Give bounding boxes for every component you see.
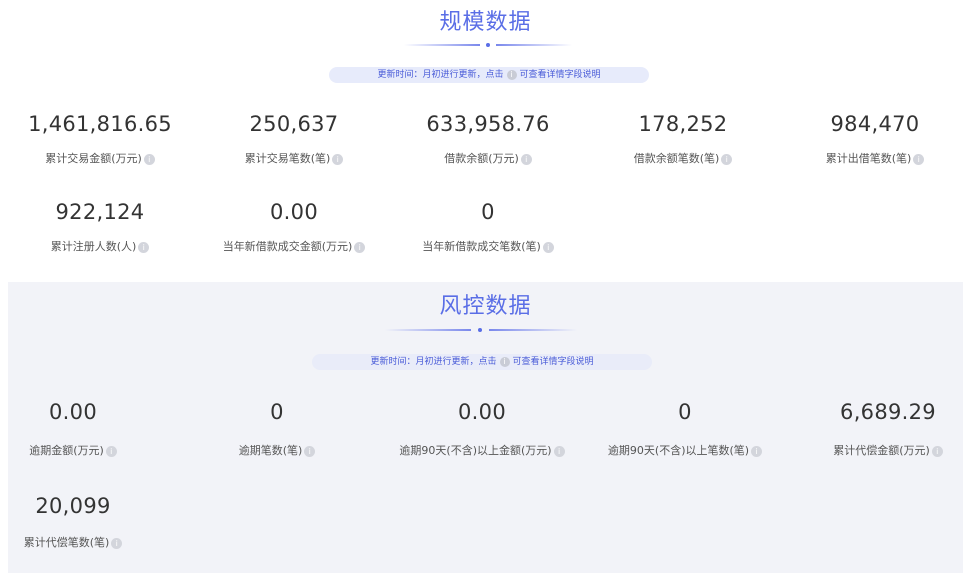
metric-loan-balance: 633,958.76 借款余额(万元) i (388, 112, 588, 166)
metric-label: 累计代偿笔数(笔) (23, 536, 110, 549)
metric-total-compensation-count: 20,099 累计代偿笔数(笔) i (8, 494, 138, 550)
metric-loan-balance-count: 178,252 借款余额笔数(笔) i (583, 112, 783, 166)
info-icon[interactable]: i (354, 241, 366, 253)
metric-label: 借款余额(万元) (444, 152, 519, 165)
scale-data-section: 规模数据 更新时间：月初进行更新，点击 i 可查看详情字段说明 1,461,816.… (0, 0, 971, 282)
metric-value: 0 (678, 400, 692, 424)
title-divider (385, 326, 577, 334)
info-icon[interactable]: i (542, 241, 554, 253)
info-icon[interactable]: i (332, 153, 344, 165)
title-divider (404, 41, 572, 49)
metric-total-transaction-amount: 1,461,816.65 累计交易金额(万元) i (0, 112, 200, 166)
info-icon[interactable]: i (751, 445, 763, 457)
metric-value: 0.00 (458, 400, 506, 424)
metric-value: 1,461,816.65 (28, 112, 172, 136)
metric-value: 0.00 (49, 400, 97, 424)
metric-value: 633,958.76 (426, 112, 550, 136)
metric-value: 178,252 (638, 112, 728, 136)
info-icon[interactable]: i (111, 537, 123, 549)
info-icon[interactable]: i (143, 153, 155, 165)
metric-overdue-90-amount: 0.00 逾期90天(不含)以上金额(万元) i (384, 400, 580, 458)
info-icon[interactable]: i (913, 153, 925, 165)
section-title: 规模数据 (439, 10, 532, 35)
metric-total-compensation-amount: 6,689.29 累计代偿金额(万元) i (818, 400, 958, 458)
metric-label: 累计交易金额(万元) (45, 152, 142, 165)
notice-text: 更新时间：月初进行更新，点击 (370, 357, 497, 367)
metric-label: 累计交易笔数(笔) (244, 152, 331, 165)
metric-overdue-count: 0 逾期笔数(笔) i (202, 400, 352, 458)
section-title: 风控数据 (439, 294, 532, 319)
info-icon[interactable]: i (499, 356, 510, 367)
metric-total-registered-users: 922,124 累计注册人数(人) i (0, 200, 200, 254)
metric-value: 0 (270, 400, 284, 424)
info-icon[interactable]: i (105, 445, 117, 457)
metric-value: 250,637 (249, 112, 339, 136)
update-notice: 更新时间：月初进行更新，点击 i 可查看详情字段说明 (329, 67, 649, 83)
metric-new-loan-count-year: 0 当年新借款成交笔数(笔) i (388, 200, 588, 254)
metric-overdue-amount: 0.00 逾期金额(万元) i (8, 400, 138, 458)
metric-label: 借款余额笔数(笔) (633, 152, 720, 165)
metric-label: 累计代偿金额(万元) (833, 444, 930, 457)
notice-link[interactable]: 可查看详情字段说明 (513, 357, 594, 367)
info-icon[interactable]: i (304, 445, 316, 457)
metric-value: 984,470 (830, 112, 920, 136)
metric-label: 当年新借款成交笔数(笔) (422, 240, 541, 253)
info-icon[interactable]: i (506, 69, 517, 80)
update-notice: 更新时间：月初进行更新，点击 i 可查看详情字段说明 (312, 354, 652, 370)
metric-total-transaction-count: 250,637 累计交易笔数(笔) i (194, 112, 394, 166)
metric-label: 逾期金额(万元) (29, 444, 104, 457)
metric-value: 922,124 (55, 200, 145, 224)
metric-value: 20,099 (35, 494, 111, 518)
metric-value: 0 (481, 200, 495, 224)
info-icon[interactable]: i (553, 445, 565, 457)
metric-value: 6,689.29 (840, 400, 936, 424)
metric-label: 累计注册人数(人) (50, 240, 137, 253)
info-icon[interactable]: i (931, 445, 943, 457)
metric-label: 当年新借款成交金额(万元) (222, 240, 353, 253)
metric-label: 累计出借笔数(笔) (825, 152, 912, 165)
metric-label: 逾期90天(不含)以上金额(万元) (399, 444, 552, 457)
metric-value: 0.00 (270, 200, 318, 224)
metric-label: 逾期笔数(笔) (238, 444, 303, 457)
metric-overdue-90-count: 0 逾期90天(不含)以上笔数(笔) i (590, 400, 780, 458)
info-icon[interactable]: i (138, 241, 150, 253)
notice-link[interactable]: 可查看详情字段说明 (520, 70, 601, 80)
metric-new-loan-amount-year: 0.00 当年新借款成交金额(万元) i (194, 200, 394, 254)
info-icon[interactable]: i (520, 153, 532, 165)
metric-total-lending-count: 984,470 累计出借笔数(笔) i (775, 112, 971, 166)
risk-data-section: 风控数据 更新时间：月初进行更新，点击 i 可查看详情字段说明 0.00 逾期金额(… (8, 282, 963, 573)
metric-label: 逾期90天(不含)以上笔数(笔) (607, 444, 750, 457)
info-icon[interactable]: i (721, 153, 733, 165)
notice-text: 更新时间：月初进行更新，点击 (377, 70, 504, 80)
